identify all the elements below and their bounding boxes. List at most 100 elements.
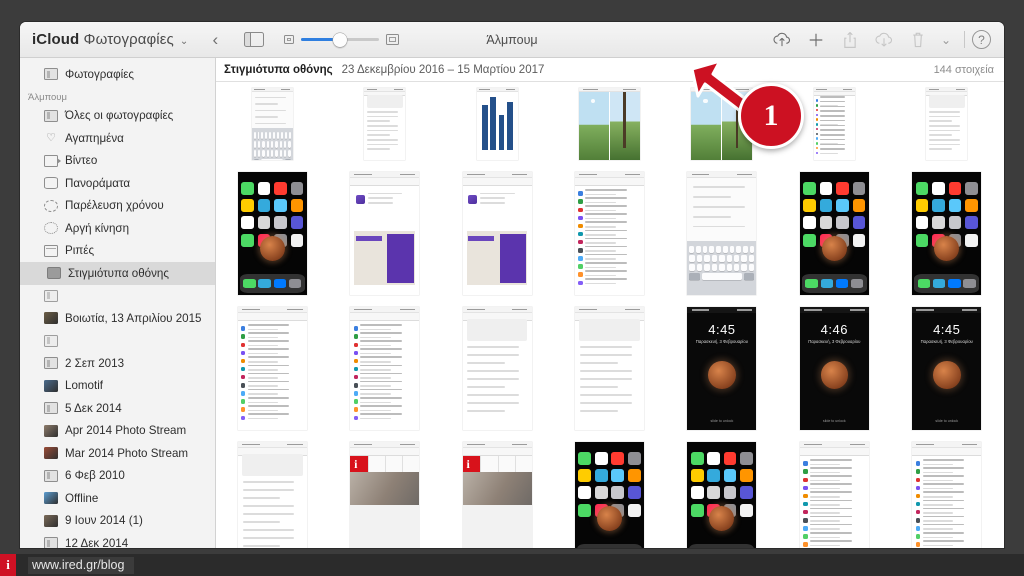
large-thumbnail-icon[interactable] xyxy=(386,34,400,45)
text-line xyxy=(360,332,402,334)
photo-grid-cell[interactable] xyxy=(216,172,328,295)
photo-thumbnail[interactable] xyxy=(912,442,982,548)
sidebar-item-6-φεβ-2010[interactable]: 6 Φεβ 2010 xyxy=(20,465,215,488)
photo-grid-cell[interactable] xyxy=(666,88,778,160)
photo-thumbnail[interactable] xyxy=(237,442,307,548)
small-thumbnail-icon[interactable] xyxy=(284,35,295,44)
sidebar-item-offline[interactable]: Offline xyxy=(20,487,215,510)
photo-thumbnail[interactable] xyxy=(237,307,307,430)
photo-thumbnail[interactable]: 4:46 Παρασκευή, 3 Φεβρουαρίου slide to unl… xyxy=(799,307,869,430)
sidebar-item-βίντεο[interactable]: Βίντεο xyxy=(20,150,215,173)
sidebar-item-5-δεκ-2014[interactable]: 5 Δεκ 2014 xyxy=(20,397,215,420)
photo-grid-cell[interactable] xyxy=(441,307,553,430)
photo-grid-cell[interactable] xyxy=(216,88,328,160)
sidebar-item-12-δεκ-2014[interactable]: 12 Δεκ 2014 xyxy=(20,532,215,548)
photo-grid-cell[interactable] xyxy=(891,172,1003,295)
photo-grid-cell[interactable] xyxy=(778,88,890,160)
toolbar-overflow-chevron-down-icon[interactable]: ⌄ xyxy=(935,33,957,47)
zoom-slider[interactable] xyxy=(301,32,380,47)
photo-thumbnail[interactable] xyxy=(813,88,855,160)
photo-grid-cell[interactable]: 4:45 Παρασκευή, 3 Φεβρουαρίου slide to unl… xyxy=(891,307,1003,430)
photo-grid-cell[interactable] xyxy=(666,442,778,548)
photo-grid-cell[interactable] xyxy=(553,88,665,160)
photo-grid-cell[interactable] xyxy=(553,307,665,430)
photo-thumbnail[interactable] xyxy=(574,172,644,295)
photo-thumbnail[interactable] xyxy=(578,88,640,160)
photo-grid-cell[interactable] xyxy=(553,172,665,295)
sidebar-item-παρέλευση-χρόνου[interactable]: Παρέλευση χρόνου xyxy=(20,195,215,218)
app-brand[interactable]: iCloud Φωτογραφίες ⌄ xyxy=(32,31,188,48)
photo-thumbnail[interactable] xyxy=(350,307,420,430)
upload-to-cloud-icon[interactable] xyxy=(765,27,799,53)
sidebar-item-untitled-10[interactable] xyxy=(20,330,215,353)
photo-thumbnail[interactable] xyxy=(462,172,532,295)
photo-grid-cell[interactable] xyxy=(328,442,440,548)
photo-grid-cell[interactable] xyxy=(778,442,890,548)
photo-thumbnail[interactable] xyxy=(912,172,982,295)
photo-grid-cell[interactable] xyxy=(553,442,665,548)
photo-grid-cell[interactable] xyxy=(441,88,553,160)
photo-grid-cell[interactable] xyxy=(778,172,890,295)
photo-thumbnail[interactable] xyxy=(691,88,753,160)
sidebar-item-αγαπημένα[interactable]: ♡ Αγαπημένα xyxy=(20,127,215,150)
photo-grid-cell[interactable] xyxy=(328,88,440,160)
photo-grid-cell[interactable]: 4:45 Παρασκευή, 3 Φεβρουαρίου slide to unl… xyxy=(666,307,778,430)
chevron-down-icon[interactable]: ⌄ xyxy=(180,36,188,47)
sidebar-item-untitled-8[interactable] xyxy=(20,285,215,308)
photo-thumbnail[interactable] xyxy=(926,88,968,160)
photo-thumbnail[interactable] xyxy=(687,442,757,548)
photo-thumbnail[interactable] xyxy=(574,307,644,430)
sidebar-item-στιγμιότυπα-οθόνης[interactable]: Στιγμιότυπα οθόνης xyxy=(20,262,215,285)
sidebar-item-lomotif[interactable]: Lomotif xyxy=(20,375,215,398)
sidebar-item-mar-2014-photo-stream[interactable]: Mar 2014 Photo Stream xyxy=(20,442,215,465)
photo-thumbnail[interactable] xyxy=(251,88,293,160)
sidebar[interactable]: Φωτογραφίες Άλμπουμ Όλες οι φωτογραφίες ♡… xyxy=(20,58,216,548)
photo-thumbnail[interactable] xyxy=(476,88,518,160)
app-icon xyxy=(690,451,704,465)
photo-grid-cell[interactable] xyxy=(666,172,778,295)
content-area[interactable]: Στιγμιότυπα οθόνης 23 Δεκεμβρίου 2016 – … xyxy=(216,58,1004,548)
sidebar-item-photos[interactable]: Φωτογραφίες xyxy=(20,63,215,86)
help-button[interactable]: ? xyxy=(972,30,991,49)
photo-thumbnail[interactable]: 4:45 Παρασκευή, 3 Φεβρουαρίου slide to unl… xyxy=(912,307,982,430)
photo-grid-cell[interactable] xyxy=(891,442,1003,548)
photo-grid-cell[interactable] xyxy=(328,307,440,430)
photo-thumbnail[interactable]: 4:45 Παρασκευή, 3 Φεβρουαρίου slide to unl… xyxy=(687,307,757,430)
photo-thumbnail[interactable] xyxy=(799,442,869,548)
back-button[interactable]: ‹ xyxy=(204,29,226,51)
text-line xyxy=(585,205,627,207)
photo-grid-cell[interactable] xyxy=(441,172,553,295)
app-icon-grid xyxy=(803,181,866,247)
photo-grid-cell[interactable] xyxy=(216,307,328,430)
sidebar-item-όλες-οι-φωτογραφίες[interactable]: Όλες οι φωτογραφίες xyxy=(20,105,215,128)
photo-thumbnail[interactable] xyxy=(687,172,757,295)
sidebar-item-βοιωτία-13-απριλίου-2015[interactable]: Βοιωτία, 13 Απριλίου 2015 xyxy=(20,307,215,330)
sidebar-item-αργή-κίνηση[interactable]: Αργή κίνηση xyxy=(20,217,215,240)
add-album-icon[interactable] xyxy=(799,27,833,53)
text-line xyxy=(247,405,290,407)
photo-thumbnail[interactable] xyxy=(237,172,307,295)
sidebar-toggle-icon[interactable] xyxy=(244,32,265,47)
photo-thumbnail[interactable] xyxy=(462,307,532,430)
photo-thumbnail[interactable] xyxy=(799,172,869,295)
sidebar-item-ριπές[interactable]: Ριπές xyxy=(20,240,215,263)
photo-grid-cell[interactable] xyxy=(216,442,328,548)
photo-grid-cell[interactable] xyxy=(441,442,553,548)
keyboard-key xyxy=(277,131,280,139)
sidebar-album-list[interactable]: Όλες οι φωτογραφίες ♡ Αγαπημένα Βίντεο Πανορ… xyxy=(20,105,215,548)
photo-grid-cell[interactable] xyxy=(891,88,1003,160)
photo-grid-cell[interactable]: 4:46 Παρασκευή, 3 Φεβρουαρίου slide to unl… xyxy=(778,307,890,430)
photo-thumbnail[interactable] xyxy=(350,172,420,295)
photo-thumbnail[interactable] xyxy=(364,88,406,160)
sidebar-item-πανοράματα[interactable]: Πανοράματα xyxy=(20,172,215,195)
photo-grid[interactable]: 4:45 Παρασκευή, 3 Φεβρουαρίου slide to unl… xyxy=(216,82,1004,548)
thumbnail-zoom-control[interactable] xyxy=(284,32,400,47)
photo-thumbnail[interactable] xyxy=(574,442,644,548)
photo-thumbnail[interactable] xyxy=(462,442,532,548)
photo-grid-cell[interactable] xyxy=(328,172,440,295)
sidebar-item-apr-2014-photo-stream[interactable]: Apr 2014 Photo Stream xyxy=(20,420,215,443)
sidebar-item-2-σεπ-2013[interactable]: 2 Σεπ 2013 xyxy=(20,352,215,375)
photo-thumbnail[interactable] xyxy=(350,442,420,548)
zoom-slider-knob[interactable] xyxy=(332,32,347,47)
sidebar-item-9-ιουν-2014-1[interactable]: 9 Ιουν 2014 (1) xyxy=(20,510,215,533)
